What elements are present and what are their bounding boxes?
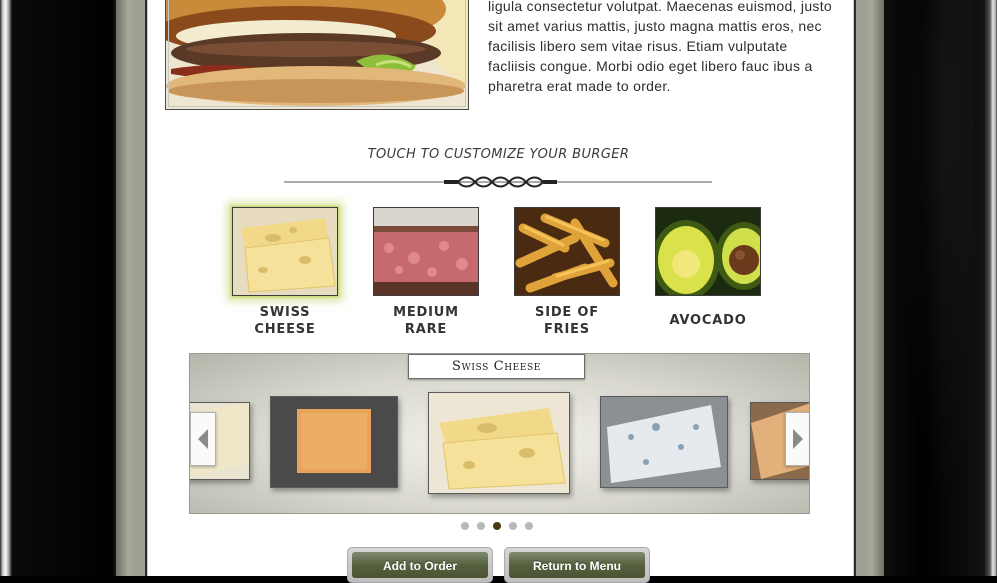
item-description: ligula consectetur volutpat. Maecenas eu… [488, 0, 833, 94]
page-dot[interactable] [525, 522, 533, 530]
app-screen: ligula consectetur volutpat. Maecenas eu… [116, 0, 884, 583]
option-label: MEDIUM RARE [393, 305, 459, 337]
option-swiss-cheese[interactable]: SWISS CHEESE [232, 207, 338, 338]
carousel-title: Swiss Cheese [408, 354, 585, 379]
page-dot[interactable] [461, 522, 469, 530]
option-label: SIDE OF FRIES [535, 305, 599, 337]
page-dot[interactable] [477, 522, 485, 530]
carousel-slide-selected[interactable] [428, 392, 570, 494]
avocado-thumbnail [655, 207, 761, 296]
chevron-right-icon [793, 429, 803, 449]
carousel-slide[interactable] [600, 396, 728, 488]
option-label: SWISS CHEESE [254, 305, 316, 337]
fries-thumbnail [514, 207, 620, 296]
option-medium-rare[interactable]: MEDIUM RARE [373, 207, 479, 338]
page-dot-active[interactable] [493, 522, 501, 530]
swiss-cheese-thumbnail [232, 207, 338, 296]
option-avocado[interactable]: AVOCADO [655, 207, 761, 329]
carousel-slide[interactable] [270, 396, 398, 488]
chevron-left-icon [198, 429, 208, 449]
device-bezel-left [0, 0, 116, 576]
carousel-next-button[interactable] [785, 412, 809, 466]
option-label: AVOCADO [669, 313, 747, 328]
burger-photo [165, 0, 469, 110]
carousel-page-indicator[interactable] [461, 522, 533, 530]
page-dot[interactable] [509, 522, 517, 530]
ornament-divider [284, 176, 712, 188]
item-detail-panel: ligula consectetur volutpat. Maecenas eu… [145, 0, 856, 583]
return-to-menu-button[interactable]: Return to Menu [504, 547, 650, 583]
medium-rare-thumbnail [373, 207, 479, 296]
add-to-order-button[interactable]: Add to Order [347, 547, 493, 583]
device-bezel-right [884, 0, 997, 576]
option-side-of-fries[interactable]: SIDE OF FRIES [514, 207, 620, 338]
cheese-carousel[interactable]: Swiss Cheese [189, 353, 810, 514]
carousel-prev-button[interactable] [190, 412, 216, 466]
customize-heading: TOUCH TO CUSTOMIZE YOUR BURGER [367, 147, 630, 162]
